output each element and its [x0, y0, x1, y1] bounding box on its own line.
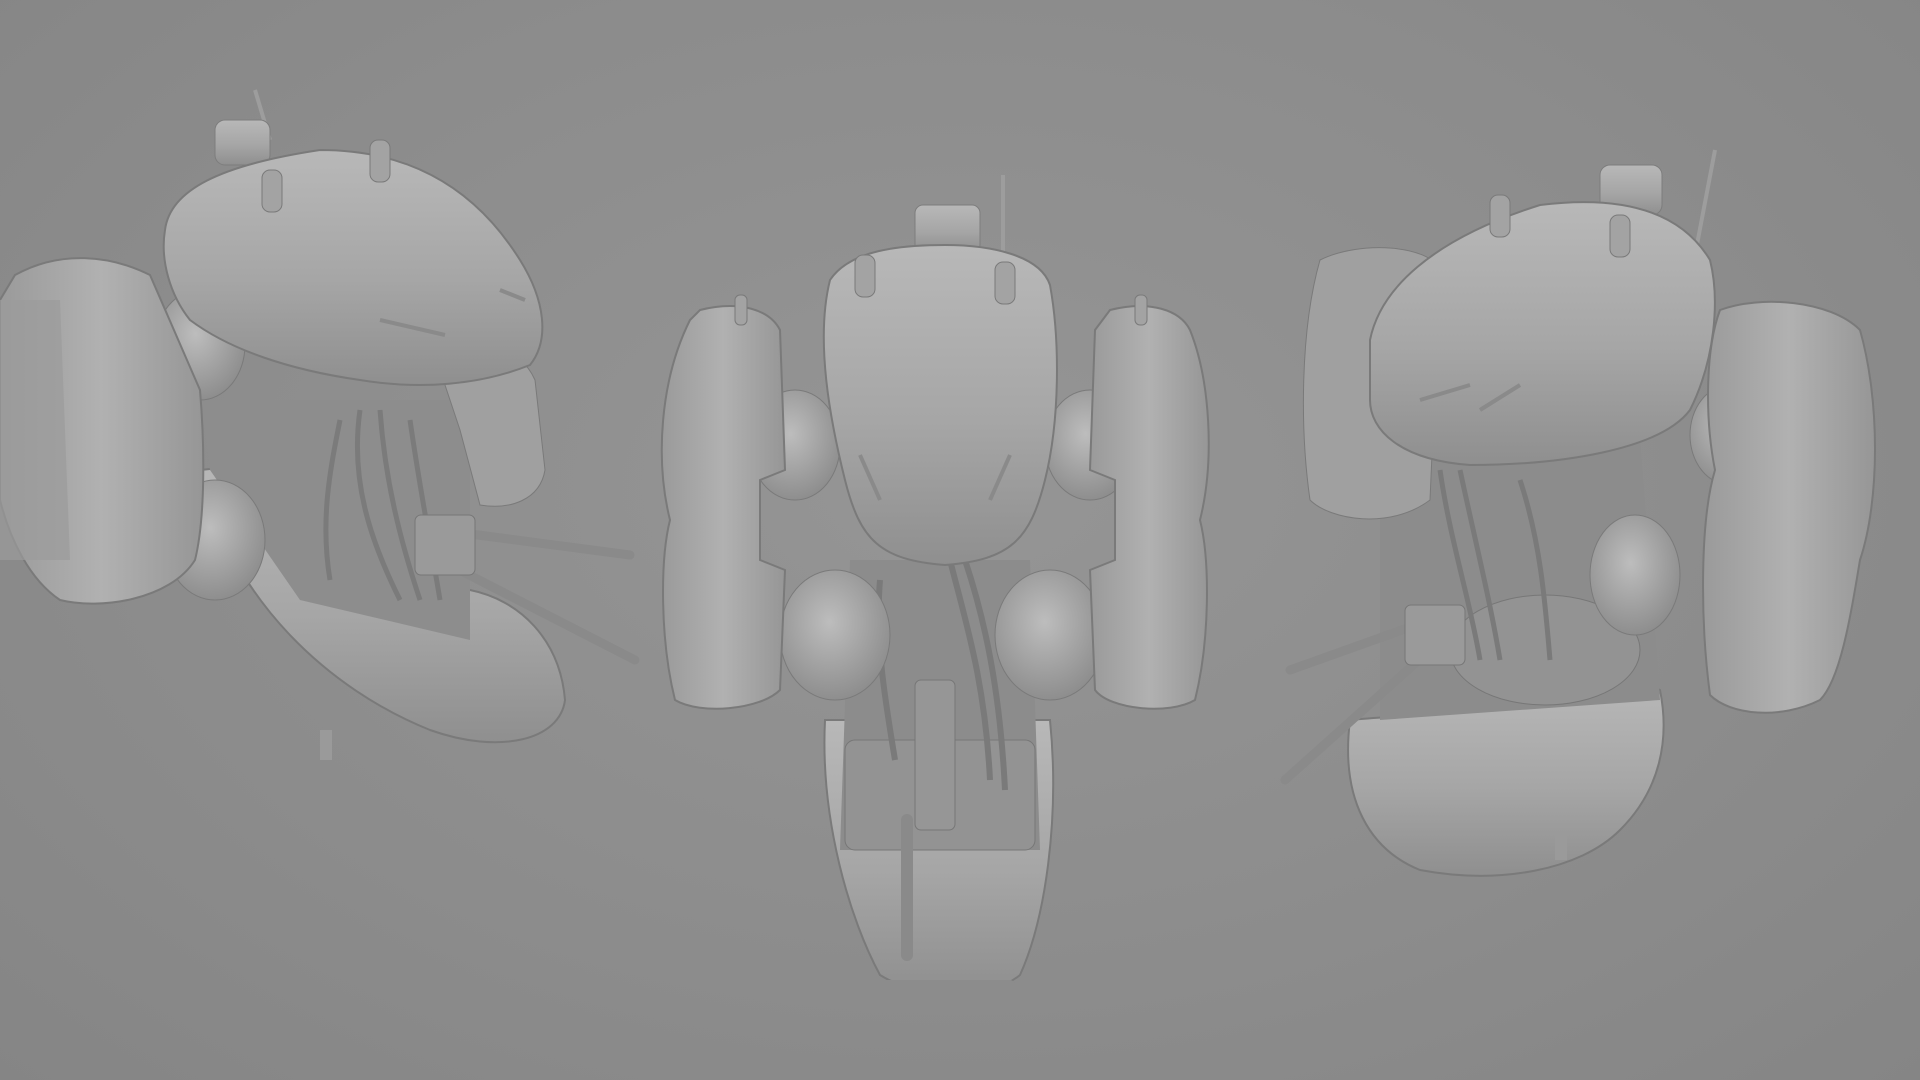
sensor-box [214, 119, 271, 166]
side-pod-right [1088, 305, 1210, 710]
landing-peg [1555, 835, 1567, 860]
drone-view-right [1280, 149, 1876, 877]
gun-receiver [414, 514, 476, 576]
landing-peg [320, 730, 332, 760]
side-pod-left [660, 305, 787, 710]
antenna [1693, 149, 1717, 256]
hull-keel [875, 980, 1015, 996]
drone-view-front [660, 175, 1210, 996]
head-hull [1369, 201, 1716, 467]
render-viewport [0, 0, 1920, 1080]
rotor-hub [994, 569, 1106, 701]
rotor-hub [779, 569, 891, 701]
gun-receiver [914, 679, 956, 831]
drone-view-left [0, 89, 640, 760]
render-canvas [0, 89, 1876, 996]
pod-detail [0, 300, 70, 560]
side-pod [1702, 300, 1876, 714]
rotor-hub [1589, 514, 1681, 636]
gun-receiver [1404, 604, 1466, 666]
